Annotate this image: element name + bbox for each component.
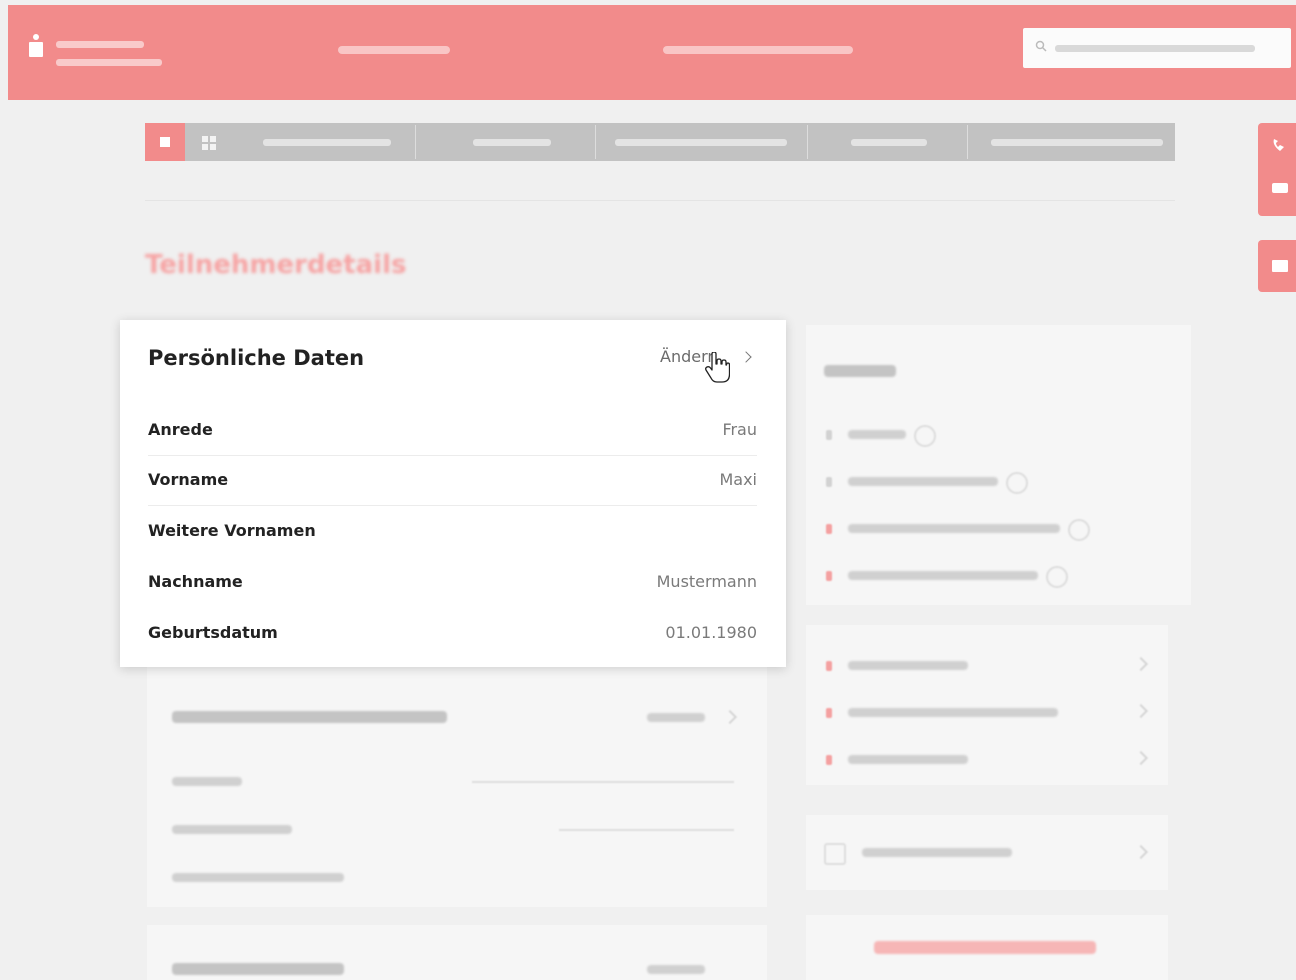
chat-icon	[1272, 183, 1288, 193]
help-icon[interactable]	[1046, 566, 1068, 588]
row-label: Anrede	[148, 420, 213, 439]
back-to-overview-card	[806, 915, 1168, 980]
hand-cursor-icon	[705, 352, 730, 383]
breadcrumb-item[interactable]	[615, 139, 787, 146]
row-label: Nachname	[148, 572, 243, 591]
search-placeholder	[1055, 45, 1255, 52]
data-row-first-name: Vorname Maxi	[148, 456, 757, 506]
row-value: Frau	[722, 420, 757, 439]
field-label	[172, 825, 292, 834]
home-icon	[160, 137, 170, 147]
help-icon[interactable]	[914, 425, 936, 447]
actions-card	[806, 625, 1168, 785]
row-label: Geburtsdatum	[148, 623, 278, 642]
top-header	[8, 5, 1296, 100]
status-item	[848, 571, 1038, 580]
breadcrumb-item[interactable]	[263, 139, 391, 146]
postbox-card	[806, 815, 1168, 890]
postbox-link[interactable]	[862, 848, 1012, 857]
mail-side-button[interactable]	[1258, 240, 1296, 292]
row-value: Maxi	[719, 470, 757, 489]
row-label: Weitere Vornamen	[148, 521, 316, 540]
status-card	[806, 325, 1191, 605]
help-icon[interactable]	[1068, 519, 1090, 541]
breadcrumb	[145, 123, 1175, 161]
breadcrumb-separator	[807, 125, 808, 159]
logo-wordmark[interactable]	[56, 41, 162, 77]
home-button[interactable]	[145, 123, 185, 161]
field-label	[172, 873, 344, 882]
back-to-overview-button[interactable]	[874, 941, 1096, 954]
breadcrumb-item[interactable]	[851, 139, 927, 146]
section-heading	[172, 963, 344, 975]
permissions-card	[147, 925, 767, 980]
grid-icon[interactable]	[202, 136, 216, 150]
card-title: Persönliche Daten	[148, 346, 365, 370]
section-divider	[145, 200, 1175, 201]
action-item[interactable]	[848, 755, 968, 764]
search-input[interactable]	[1023, 28, 1291, 68]
breadcrumb-item[interactable]	[991, 139, 1163, 146]
data-row-birth-date: Geburtsdatum 01.01.1980	[148, 609, 757, 659]
data-row-salutation: Anrede Frau	[148, 406, 757, 456]
field-value	[472, 781, 734, 783]
action-item[interactable]	[848, 708, 1058, 717]
sparkasse-logo-icon[interactable]	[26, 33, 46, 57]
page-title: Teilnehmerdetails	[145, 250, 407, 280]
chevron-right-icon	[722, 709, 738, 725]
row-label: Vorname	[148, 470, 229, 489]
chevron-right-icon	[1133, 656, 1149, 672]
row-value: 01.01.1980	[665, 623, 757, 642]
field-value	[559, 829, 734, 831]
breadcrumb-separator	[967, 125, 968, 159]
chevron-right-icon	[1133, 750, 1149, 766]
row-value: Mustermann	[656, 572, 757, 591]
mailbox-icon	[824, 843, 846, 865]
chevron-right-icon[interactable]	[740, 351, 752, 363]
top-nav-item[interactable]	[663, 46, 853, 54]
chevron-right-icon	[1133, 844, 1149, 860]
help-icon[interactable]	[1006, 472, 1028, 494]
personal-data-card: Persönliche Daten Ändern Anrede Frau Vor…	[120, 320, 786, 667]
breadcrumb-separator	[595, 125, 596, 159]
address-contact-card	[147, 667, 767, 907]
status-item	[848, 477, 998, 486]
status-item	[848, 430, 906, 439]
top-nav-item[interactable]	[338, 46, 450, 54]
status-item	[848, 524, 1060, 533]
phone-icon	[1273, 139, 1284, 151]
section-heading	[172, 711, 447, 723]
section-heading	[824, 365, 896, 377]
mail-icon	[1272, 260, 1288, 272]
data-row-last-name: Nachname Mustermann	[148, 558, 757, 608]
action-item[interactable]	[848, 661, 968, 670]
edit-link[interactable]	[647, 965, 705, 974]
data-row-middle-names: Weitere Vornamen	[148, 507, 757, 557]
breadcrumb-item[interactable]	[473, 139, 551, 146]
chevron-right-icon	[1133, 703, 1149, 719]
contact-side-button[interactable]	[1258, 123, 1296, 216]
search-icon	[1035, 40, 1047, 52]
field-label	[172, 777, 242, 786]
breadcrumb-separator	[415, 125, 416, 159]
edit-link[interactable]	[647, 713, 705, 722]
